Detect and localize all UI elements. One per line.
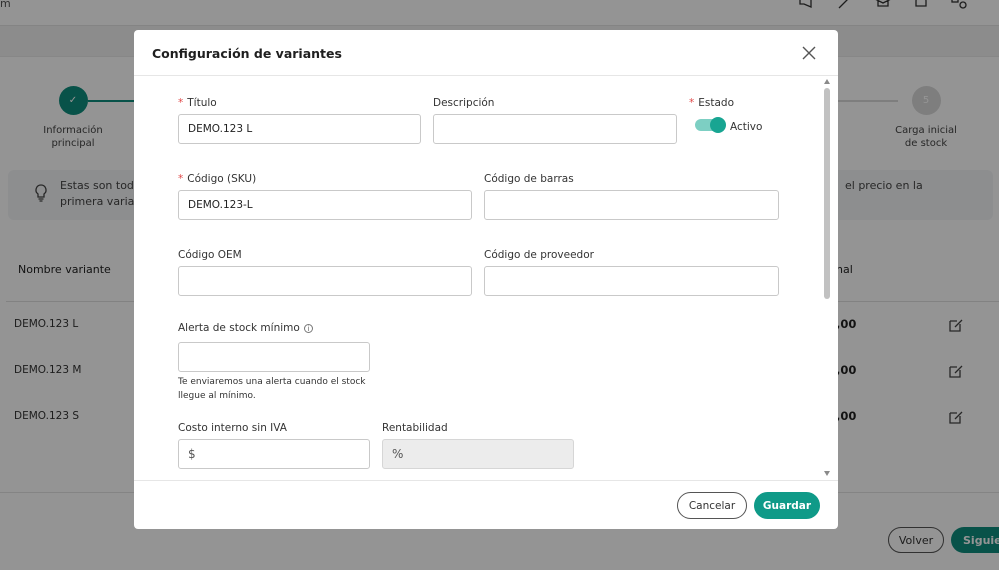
scroll-up-arrow-icon[interactable]: [824, 79, 830, 84]
input-value: DEMO.123-L: [188, 199, 253, 211]
titulo-input[interactable]: DEMO.123 L: [178, 114, 421, 144]
hint-line: llegue al mínimo.: [178, 391, 256, 401]
codigo-barras-input[interactable]: [484, 190, 779, 220]
costo-interno-input[interactable]: $: [178, 439, 370, 469]
required-mark: *: [178, 173, 184, 185]
hint-line: Te enviaremos una alerta cuando el stock: [178, 377, 366, 387]
estado-toggle-label: Activo: [730, 121, 763, 133]
modal-footer: Cancelar Guardar: [134, 480, 838, 529]
scrollbar-thumb[interactable]: [824, 88, 830, 299]
rentabilidad-input: %: [382, 439, 574, 469]
descripcion-label: Descripción: [433, 97, 495, 109]
estado-label: * Estado: [689, 97, 734, 109]
cancel-button[interactable]: Cancelar: [677, 492, 747, 519]
dollar-prefix: $: [188, 447, 196, 461]
codigo-proveedor-label: Código de proveedor: [484, 249, 594, 261]
info-icon[interactable]: i: [303, 323, 313, 333]
codigo-sku-input[interactable]: DEMO.123-L: [178, 190, 472, 220]
estado-toggle[interactable]: [695, 117, 726, 133]
label-text: Estado: [698, 97, 734, 109]
scroll-down-arrow-icon[interactable]: [824, 471, 830, 476]
modal-scrollbar[interactable]: [822, 77, 832, 480]
variant-config-modal: Configuración de variantes * Título DEMO.…: [134, 30, 838, 529]
descripcion-input[interactable]: [433, 114, 677, 144]
modal-header: Configuración de variantes: [134, 30, 838, 76]
alerta-stock-input[interactable]: [178, 342, 370, 372]
label-text: Código (SKU): [187, 173, 257, 185]
save-button[interactable]: Guardar: [754, 492, 820, 519]
alerta-stock-label: Alerta de stock mínimo i: [178, 322, 313, 334]
codigo-sku-label: * Código (SKU): [178, 173, 256, 185]
modal-title: Configuración de variantes: [152, 46, 342, 61]
rentabilidad-label: Rentabilidad: [382, 422, 448, 434]
required-mark: *: [689, 97, 695, 109]
label-text: Título: [187, 97, 217, 109]
costo-interno-label: Costo interno sin IVA: [178, 422, 287, 434]
required-mark: *: [178, 97, 184, 109]
titulo-label: * Título: [178, 97, 217, 109]
percent-prefix: %: [392, 447, 404, 461]
codigo-barras-label: Código de barras: [484, 173, 574, 185]
label-text: Alerta de stock mínimo: [178, 322, 300, 334]
toggle-knob: [710, 117, 726, 133]
codigo-oem-input[interactable]: [178, 266, 472, 296]
codigo-proveedor-input[interactable]: [484, 266, 779, 296]
input-value: DEMO.123 L: [188, 123, 253, 135]
codigo-oem-label: Código OEM: [178, 249, 242, 261]
modal-body[interactable]: * Título DEMO.123 L Descripción * Estado A…: [134, 77, 838, 480]
alerta-stock-hint: Te enviaremos una alerta cuando el stock…: [178, 375, 366, 403]
close-icon[interactable]: [801, 45, 817, 61]
